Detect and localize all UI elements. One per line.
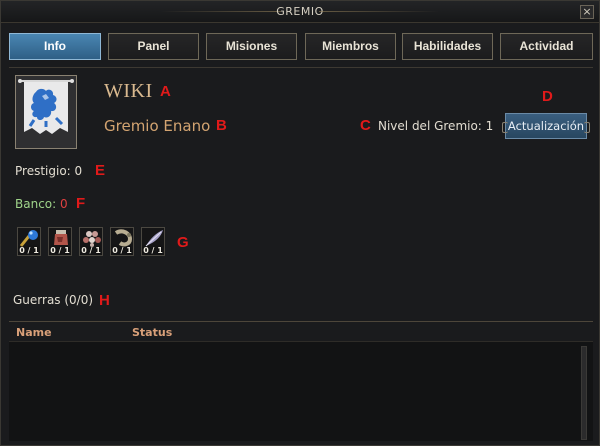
wars-list-scrollbar[interactable] [581, 346, 587, 440]
resource-slot[interactable]: 0 / 1 [48, 227, 72, 256]
tab-info[interactable]: Info [9, 33, 101, 60]
marker-a: A [160, 83, 171, 100]
marker-c: C [360, 117, 371, 134]
resource-count: 0 / 1 [143, 246, 163, 255]
title-bar[interactable]: GREMIO × [1, 1, 599, 23]
resource-slot[interactable]: 0 / 1 [17, 227, 41, 256]
bank-value: 0 [60, 197, 68, 211]
marker-b: B [216, 117, 227, 134]
column-header-name[interactable]: Name [16, 326, 52, 339]
resource-slot[interactable]: 0 / 1 [141, 227, 165, 256]
tab-panel[interactable]: Panel [108, 33, 199, 60]
resource-count: 0 / 1 [50, 246, 70, 255]
resource-count: 0 / 1 [112, 246, 132, 255]
marker-g: G [177, 234, 189, 251]
bank-stat: Banco: 0 [15, 197, 68, 211]
resource-slot[interactable]: 0 / 1 [79, 227, 103, 256]
gem-cluster-icon [83, 231, 101, 247]
tab-actividad[interactable]: Actividad [500, 33, 593, 60]
blue-orb-icon [19, 230, 38, 247]
feather-quill-icon [145, 230, 163, 247]
horn-icon [114, 229, 133, 247]
guild-name: WIKI [104, 80, 153, 102]
column-header-status[interactable]: Status [132, 326, 172, 339]
tab-bar: Info Panel Misiones Miembros Habilidades… [9, 33, 593, 61]
guild-race: Gremio Enano [104, 117, 211, 135]
bank-label: Banco: [15, 197, 57, 211]
prestige-stat: Prestigio: 0 [15, 164, 83, 178]
tab-misiones[interactable]: Misiones [206, 33, 297, 60]
tab-habilidades[interactable]: Habilidades [402, 33, 493, 60]
marker-f: F [76, 195, 86, 212]
title-ornament-right [319, 11, 439, 12]
close-button[interactable]: × [580, 5, 594, 19]
guild-window: GREMIO × Info Panel Misiones Miembros Ha… [0, 0, 600, 446]
red-flask-icon [54, 230, 68, 245]
tabs-divider [9, 67, 593, 68]
resource-slot[interactable]: 0 / 1 [110, 227, 134, 256]
wars-list [9, 341, 593, 441]
marker-e: E [95, 162, 106, 179]
tab-miembros[interactable]: Miembros [305, 33, 396, 60]
resource-count: 0 / 1 [81, 246, 101, 255]
marker-d: D [542, 88, 553, 105]
blue-lion-rampant-banner-icon [16, 76, 76, 148]
resource-count: 0 / 1 [19, 246, 39, 255]
guild-level: Nivel del Gremio: 1 [378, 119, 494, 133]
guild-emblem[interactable] [15, 75, 77, 149]
window-title: GREMIO [276, 5, 324, 18]
wars-divider [9, 321, 593, 322]
wars-title: Guerras (0/0) [13, 293, 94, 307]
upgrade-button[interactable]: Actualización [502, 113, 590, 139]
marker-h: H [99, 292, 110, 309]
